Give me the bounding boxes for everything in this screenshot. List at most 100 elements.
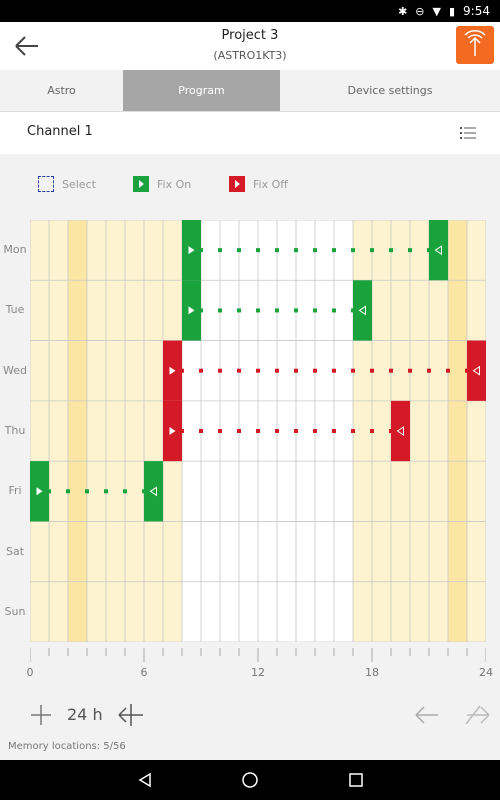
schedule-dot bbox=[427, 248, 431, 253]
hour-column bbox=[372, 220, 391, 642]
schedule-dot bbox=[446, 368, 450, 373]
plus-icon[interactable] bbox=[30, 704, 52, 726]
fix-on-icon bbox=[133, 176, 149, 192]
tab-astro[interactable]: Astro bbox=[0, 70, 123, 111]
transmit-button[interactable] bbox=[456, 26, 494, 64]
list-icon[interactable] bbox=[460, 126, 476, 140]
day-label: Tue bbox=[5, 303, 25, 317]
hour-column bbox=[429, 220, 448, 642]
day-label: Thu bbox=[4, 424, 26, 437]
axis-tick-label: 0 bbox=[26, 666, 34, 679]
schedule-dot bbox=[313, 429, 317, 433]
legend-fix-off-label: Fix Off bbox=[253, 177, 288, 191]
zoom-label: 24 h bbox=[67, 705, 103, 724]
schedule-dot bbox=[332, 308, 336, 313]
schedule-dot bbox=[275, 429, 279, 433]
schedule-dot bbox=[294, 429, 298, 433]
nav-back-icon bbox=[138, 772, 151, 788]
schedule-dot bbox=[180, 368, 184, 373]
schedule-dot bbox=[237, 429, 241, 433]
hour-column bbox=[315, 220, 334, 642]
schedule-dot bbox=[256, 308, 260, 313]
time-axis: 0 6 12 18 24 bbox=[26, 646, 493, 686]
schedule-dot bbox=[351, 368, 355, 373]
schedule-dot bbox=[104, 489, 108, 494]
schedule-dot bbox=[332, 248, 336, 253]
legend-fix-on[interactable]: Fix On bbox=[133, 176, 191, 192]
day-label: Mon bbox=[3, 243, 27, 257]
nav-recents-icon bbox=[349, 773, 363, 787]
schedule-dot bbox=[313, 248, 317, 253]
schedule-dot bbox=[275, 248, 279, 253]
schedule-dot bbox=[351, 248, 355, 253]
schedule-dot bbox=[218, 429, 222, 433]
schedule-dot bbox=[142, 489, 146, 494]
axis-tick-label: 24 bbox=[479, 666, 493, 679]
fix_on-end-block bbox=[353, 280, 372, 341]
schedule-dot bbox=[256, 368, 260, 373]
schedule-dot bbox=[237, 248, 241, 253]
undo-arrow-icon[interactable] bbox=[415, 704, 439, 726]
nav-home-button[interactable] bbox=[230, 760, 270, 800]
zoom-controls: 24 h bbox=[0, 700, 500, 732]
schedule-dot bbox=[370, 368, 374, 373]
schedule-dot bbox=[313, 368, 317, 373]
schedule-dot bbox=[389, 429, 393, 433]
do-not-disturb-icon: ⊖ bbox=[415, 4, 425, 18]
collapse-arrows-icon[interactable] bbox=[118, 703, 144, 727]
schedule-dot bbox=[370, 429, 374, 433]
schedule-dot bbox=[199, 429, 203, 433]
schedule-dot bbox=[199, 368, 203, 373]
hour-column bbox=[410, 220, 429, 642]
page-subtitle: (ASTRO1KT3) bbox=[213, 49, 287, 62]
schedule-dot bbox=[465, 368, 469, 373]
legend-fix-off[interactable]: Fix Off bbox=[229, 176, 288, 192]
fix_on-end-block bbox=[144, 461, 163, 522]
legend-select[interactable]: Select bbox=[38, 176, 96, 192]
schedule-dot bbox=[389, 368, 393, 373]
schedule-dot bbox=[427, 368, 431, 373]
hour-column bbox=[106, 220, 125, 642]
hour-column bbox=[49, 220, 68, 642]
time-axis-ticks bbox=[29, 648, 487, 662]
redo-arrow-icon[interactable] bbox=[464, 704, 490, 726]
schedule-dot bbox=[237, 308, 241, 313]
tab-device-settings[interactable]: Device settings bbox=[280, 70, 500, 111]
tab-program[interactable]: Program bbox=[123, 70, 280, 111]
schedule-dot bbox=[370, 248, 374, 253]
channel-label: Channel 1 bbox=[27, 124, 93, 139]
bluetooth-icon: ✱ bbox=[398, 4, 408, 18]
schedule-dot bbox=[199, 308, 203, 313]
schedule-dot bbox=[66, 489, 70, 494]
schedule-dot bbox=[351, 429, 355, 433]
hour-column bbox=[296, 220, 315, 642]
day-label: Fri bbox=[8, 484, 22, 498]
fix-off-icon bbox=[229, 176, 245, 192]
schedule-dot bbox=[389, 248, 393, 253]
hour-column bbox=[239, 220, 258, 642]
nav-home-icon bbox=[242, 772, 258, 788]
schedule-dot bbox=[408, 248, 412, 253]
day-label: Wed bbox=[3, 363, 27, 377]
axis-tick-label: 12 bbox=[251, 666, 265, 679]
tab-bar: Astro Program Device settings bbox=[0, 70, 500, 112]
hour-column bbox=[277, 220, 296, 642]
schedule-dot bbox=[275, 368, 279, 373]
hour-column bbox=[201, 220, 220, 642]
schedule-dot bbox=[218, 308, 222, 313]
nav-recents-button[interactable] bbox=[336, 760, 376, 800]
antenna-upload-icon bbox=[464, 30, 486, 56]
schedule-dot bbox=[256, 429, 260, 433]
schedule-dot bbox=[294, 248, 298, 253]
schedule-dot bbox=[294, 368, 298, 373]
schedule-grid[interactable] bbox=[30, 220, 486, 642]
schedule-dot bbox=[313, 308, 317, 313]
system-nav-bar bbox=[0, 760, 500, 800]
schedule-dot bbox=[275, 308, 279, 313]
hour-column bbox=[467, 220, 486, 642]
schedule-dot bbox=[294, 308, 298, 313]
app-bar: Project 3 (ASTRO1KT3) bbox=[0, 22, 500, 70]
schedule-dot bbox=[218, 368, 222, 373]
nav-back-button[interactable] bbox=[125, 760, 165, 800]
hour-column bbox=[258, 220, 277, 642]
